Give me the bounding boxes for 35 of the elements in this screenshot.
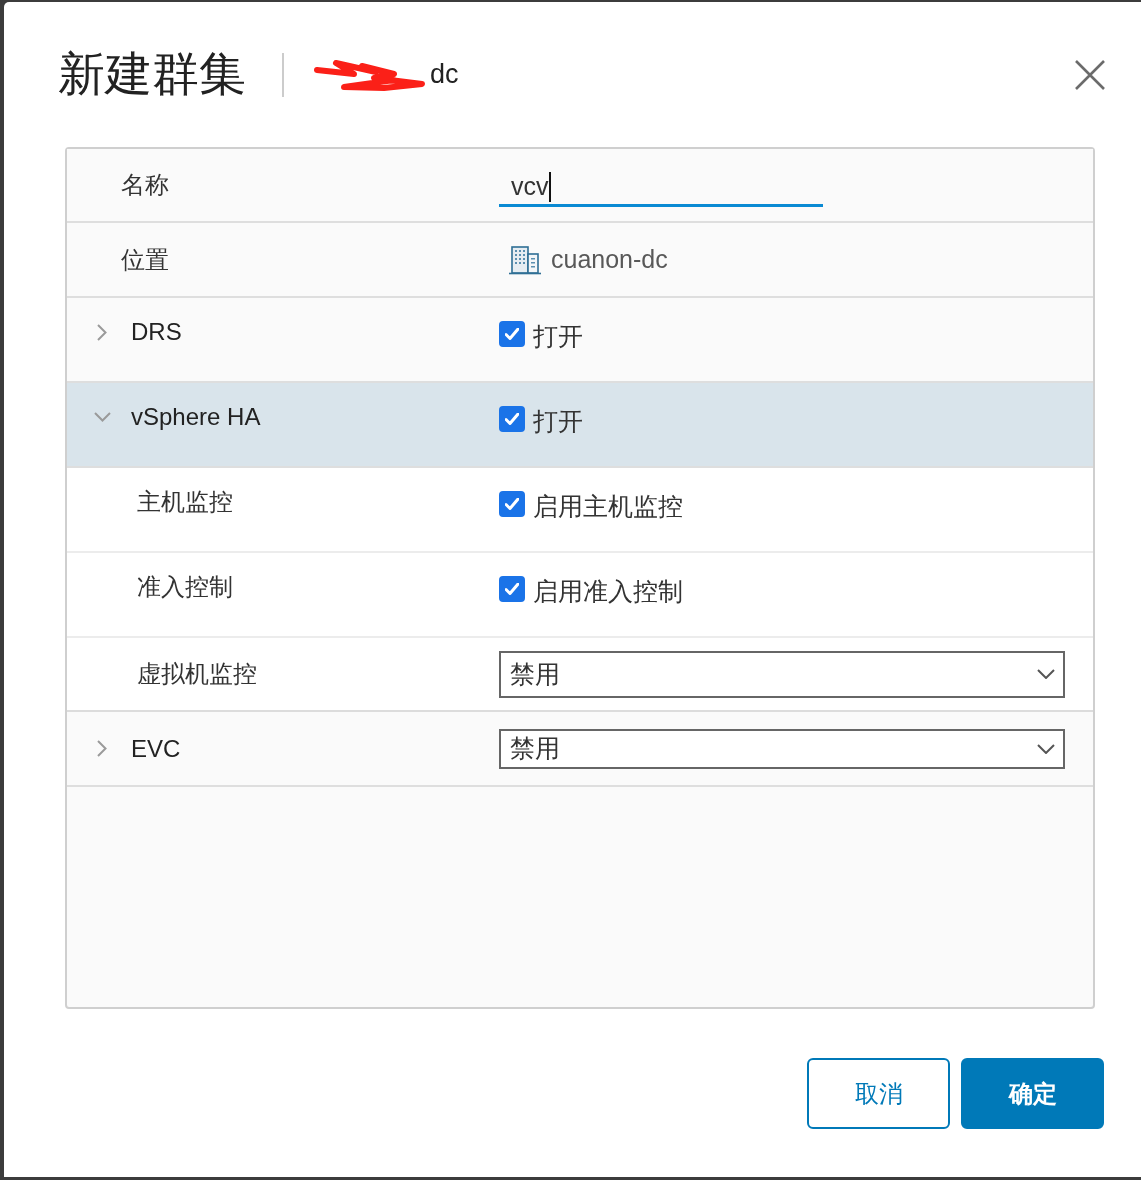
checkmark-icon (505, 413, 519, 425)
field-label: 主机监控 (137, 487, 233, 517)
field-label: 位置 (121, 244, 169, 275)
name-input-field[interactable]: vcv (499, 165, 823, 207)
checkbox-label: 打开 (533, 406, 583, 436)
chevron-down-icon (1037, 669, 1055, 679)
chevron-down-icon (1037, 743, 1055, 754)
text-cursor (548, 171, 551, 202)
field-label: vSphere HA (131, 402, 261, 432)
cancel-button[interactable]: 取消 (807, 1058, 950, 1129)
dialog-title: 新建群集 (58, 46, 246, 102)
checkbox[interactable] (499, 491, 525, 517)
field-label: DRS (131, 317, 182, 347)
checkbox-label: 打开 (533, 321, 583, 351)
confirm-button[interactable]: 确定 (961, 1058, 1104, 1129)
checkbox[interactable] (499, 576, 525, 602)
dialog-subtitle: dc (430, 59, 459, 90)
chevron-right-icon[interactable] (97, 323, 107, 341)
close-icon[interactable] (1075, 59, 1105, 90)
field-label: EVC (131, 733, 181, 764)
field-label: 准入控制 (137, 572, 233, 602)
building-icon (509, 244, 541, 275)
location-text: cuanon-dc (551, 245, 668, 274)
checkbox-label: 启用主机监控 (533, 491, 683, 521)
checkbox[interactable] (499, 321, 525, 347)
checkbox[interactable] (499, 406, 525, 432)
field-label: 虚拟机监控 (137, 659, 257, 689)
dropdown[interactable]: 禁用 (499, 650, 1065, 698)
checkmark-icon (505, 328, 519, 340)
chevron-right-icon[interactable] (97, 740, 107, 757)
field-label: 名称 (121, 170, 169, 200)
checkmark-icon (505, 583, 519, 595)
checkbox-label: 启用准入控制 (533, 576, 683, 606)
checkmark-icon (505, 498, 519, 510)
dropdown[interactable]: 禁用 (499, 728, 1065, 769)
